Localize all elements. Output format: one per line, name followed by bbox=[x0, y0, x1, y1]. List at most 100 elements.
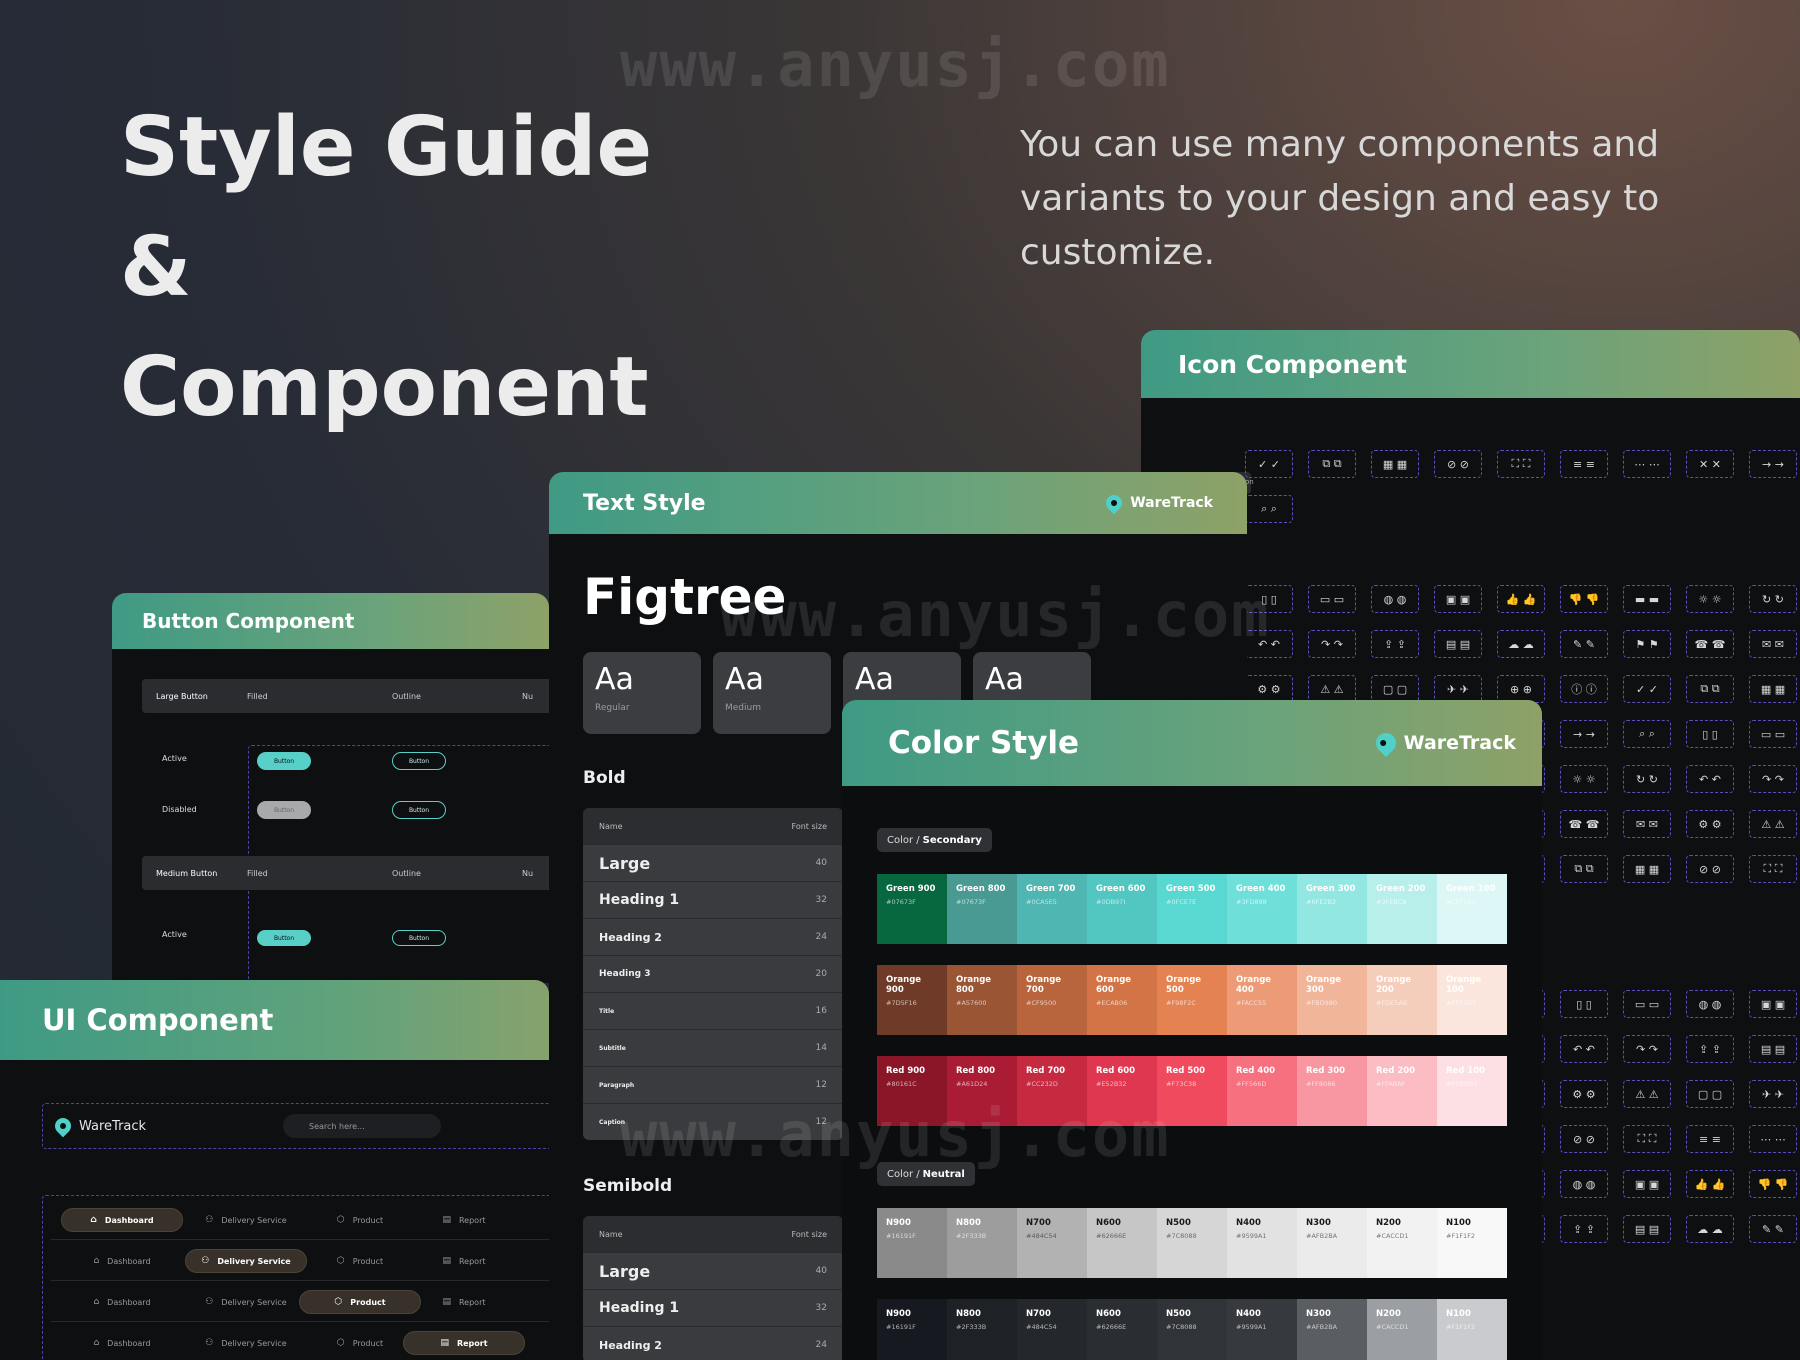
undo-icon[interactable]: ↶ ↶ bbox=[1686, 765, 1734, 793]
large-filled-active-button[interactable]: Button bbox=[257, 752, 311, 770]
expand-icon[interactable]: ⛶ ⛶ bbox=[1749, 855, 1797, 883]
add-icon[interactable]: ▣ ▣ bbox=[1623, 1170, 1671, 1198]
phone-icon[interactable]: ☎ ☎ bbox=[1686, 630, 1734, 658]
external-icon[interactable]: ⧉ ⧉ bbox=[1686, 675, 1734, 703]
gear-icon[interactable]: ⚙ ⚙ bbox=[1686, 810, 1734, 838]
info-icon[interactable]: ⓘ ⓘ bbox=[1560, 675, 1608, 703]
plane-icon[interactable]: ✈ ✈ bbox=[1749, 1080, 1797, 1108]
grid-icon[interactable]: ▦ ▦ bbox=[1371, 450, 1419, 478]
nav-item-delivery-service[interactable]: ⚇ Delivery Service bbox=[185, 1290, 307, 1314]
hero-title-line2: Component bbox=[120, 340, 649, 435]
warning-icon[interactable]: ⚠ ⚠ bbox=[1749, 810, 1797, 838]
grid-icon[interactable]: ▦ ▦ bbox=[1623, 855, 1671, 883]
block-icon[interactable]: ⊘ ⊘ bbox=[1686, 855, 1734, 883]
edit-icon[interactable]: ✎ ✎ bbox=[1749, 1215, 1797, 1243]
doc-icon[interactable]: ▤ ▤ bbox=[1749, 1035, 1797, 1063]
screen-icon[interactable]: ▭ ▭ bbox=[1308, 585, 1356, 613]
doc-icon[interactable]: ▤ ▤ bbox=[1623, 1215, 1671, 1243]
globe-icon[interactable]: ◍ ◍ bbox=[1371, 585, 1419, 613]
screen-icon[interactable]: ▭ ▭ bbox=[1749, 720, 1797, 748]
undo-icon[interactable]: ↶ ↶ bbox=[1560, 1035, 1608, 1063]
nav-item-dashboard[interactable]: ⌂ Dashboard bbox=[61, 1208, 183, 1232]
cloud-icon[interactable]: ☁ ☁ bbox=[1686, 1215, 1734, 1243]
nav-item-delivery-service[interactable]: ⚇ Delivery Service bbox=[185, 1208, 307, 1232]
nav-item-report[interactable]: ▤ Report bbox=[403, 1290, 525, 1314]
gear-icon[interactable]: ⚙ ⚙ bbox=[1245, 675, 1293, 703]
nav-item-dashboard[interactable]: ⌂ Dashboard bbox=[61, 1249, 183, 1273]
swatch-hex: #0CA5E5 bbox=[1026, 898, 1057, 906]
mail-icon[interactable]: ✉ ✉ bbox=[1749, 630, 1797, 658]
mail-icon[interactable]: ✉ ✉ bbox=[1623, 810, 1671, 838]
external-icon[interactable]: ⧉ ⧉ bbox=[1308, 450, 1356, 478]
chat-icon[interactable]: ▬ ▬ bbox=[1623, 585, 1671, 613]
color-swatch: N500 #7C8088 bbox=[1157, 1299, 1227, 1360]
plane-icon[interactable]: ✈ ✈ bbox=[1434, 675, 1482, 703]
nav-item-report[interactable]: ▤ Report bbox=[403, 1331, 525, 1355]
nav-item-report[interactable]: ▤ Report bbox=[403, 1249, 525, 1273]
folder-icon[interactable]: ▢ ▢ bbox=[1686, 1080, 1734, 1108]
search-input[interactable]: Search here... bbox=[283, 1114, 441, 1138]
menu-icon[interactable]: ≡ ≡ bbox=[1560, 450, 1608, 478]
warning-icon[interactable]: ⚠ ⚠ bbox=[1623, 1080, 1671, 1108]
add-icon[interactable]: ▣ ▣ bbox=[1434, 585, 1482, 613]
share-icon[interactable]: ⇪ ⇪ bbox=[1686, 1035, 1734, 1063]
nav-item-delivery-service[interactable]: ⚇ Delivery Service bbox=[185, 1249, 307, 1273]
plus-circle-icon[interactable]: ⊕ ⊕ bbox=[1497, 675, 1545, 703]
large-outline-active-button[interactable]: Button bbox=[392, 752, 446, 770]
close-icon[interactable]: ✕ ✕ bbox=[1686, 450, 1734, 478]
trash-icon[interactable]: ▯ ▯ bbox=[1560, 990, 1608, 1018]
trash-icon[interactable]: ▯ ▯ bbox=[1686, 720, 1734, 748]
globe-icon[interactable]: ◍ ◍ bbox=[1560, 1170, 1608, 1198]
menu-icon[interactable]: ≡ ≡ bbox=[1686, 1125, 1734, 1153]
redo-icon[interactable]: ↷ ↷ bbox=[1623, 1035, 1671, 1063]
color-swatch: N200 #CACCD1 bbox=[1367, 1299, 1437, 1360]
like-icon[interactable]: 👍 👍 bbox=[1497, 585, 1545, 613]
medium-filled-active-button[interactable]: Button bbox=[257, 930, 311, 946]
redo-icon[interactable]: ↷ ↷ bbox=[1749, 765, 1797, 793]
more-icon[interactable]: ⋯ ⋯ bbox=[1623, 450, 1671, 478]
expand-icon[interactable]: ⛶ ⛶ bbox=[1497, 450, 1545, 478]
folder-icon[interactable]: ▢ ▢ bbox=[1371, 675, 1419, 703]
share-icon[interactable]: ⇪ ⇪ bbox=[1371, 630, 1419, 658]
refresh-icon[interactable]: ↻ ↻ bbox=[1623, 765, 1671, 793]
sun-icon[interactable]: ☼ ☼ bbox=[1686, 585, 1734, 613]
search-icon[interactable]: ⌕ ⌕ bbox=[1623, 720, 1671, 748]
block-icon[interactable]: ⊘ ⊘ bbox=[1434, 450, 1482, 478]
screen-icon[interactable]: ▭ ▭ bbox=[1623, 990, 1671, 1018]
check-icon[interactable]: ✓ ✓ bbox=[1623, 675, 1671, 703]
grid-icon[interactable]: ▦ ▦ bbox=[1749, 675, 1797, 703]
doc-icon[interactable]: ▤ ▤ bbox=[1434, 630, 1482, 658]
redo-icon[interactable]: ↷ ↷ bbox=[1308, 630, 1356, 658]
arrow-icon[interactable]: → → bbox=[1749, 450, 1797, 478]
expand-icon[interactable]: ⛶ ⛶ bbox=[1623, 1125, 1671, 1153]
block-icon[interactable]: ⊘ ⊘ bbox=[1560, 1125, 1608, 1153]
phone-icon[interactable]: ☎ ☎ bbox=[1560, 810, 1608, 838]
nav-item-dashboard[interactable]: ⌂ Dashboard bbox=[61, 1331, 183, 1355]
warning-icon[interactable]: ⚠ ⚠ bbox=[1308, 675, 1356, 703]
medium-outline-active-button[interactable]: Button bbox=[392, 930, 446, 946]
dislike-icon[interactable]: 👎 👎 bbox=[1749, 1170, 1797, 1198]
search-icon[interactable]: ⌕ ⌕ bbox=[1245, 495, 1293, 523]
more-icon[interactable]: ⋯ ⋯ bbox=[1749, 1125, 1797, 1153]
globe-icon[interactable]: ◍ ◍ bbox=[1686, 990, 1734, 1018]
dislike-icon[interactable]: 👎 👎 bbox=[1560, 585, 1608, 613]
nav-item-report[interactable]: ▤ Report bbox=[403, 1208, 525, 1232]
add-icon[interactable]: ▣ ▣ bbox=[1749, 990, 1797, 1018]
arrow-icon[interactable]: → → bbox=[1560, 720, 1608, 748]
nav-row: ⌂ Dashboard ⚇ Delivery Service ⬡ Product ▤ Repo… bbox=[51, 1323, 549, 1360]
edit-icon[interactable]: ✎ ✎ bbox=[1560, 630, 1608, 658]
color-style-panel: Color Style WareTrack Color / Secondary … bbox=[842, 700, 1542, 1360]
like-icon[interactable]: 👍 👍 bbox=[1686, 1170, 1734, 1198]
cloud-icon[interactable]: ☁ ☁ bbox=[1497, 630, 1545, 658]
nav-item-delivery-service[interactable]: ⚇ Delivery Service bbox=[185, 1331, 307, 1355]
share-icon[interactable]: ⇪ ⇪ bbox=[1560, 1215, 1608, 1243]
flag-icon[interactable]: ⚑ ⚑ bbox=[1623, 630, 1671, 658]
external-icon[interactable]: ⧉ ⧉ bbox=[1560, 855, 1608, 883]
refresh-icon[interactable]: ↻ ↻ bbox=[1749, 585, 1797, 613]
check-icon[interactable]: ✓ ✓ bbox=[1245, 450, 1293, 478]
nav-item-dashboard[interactable]: ⌂ Dashboard bbox=[61, 1290, 183, 1314]
col-name: Name bbox=[599, 821, 623, 831]
sun-icon[interactable]: ☼ ☼ bbox=[1560, 765, 1608, 793]
gear-icon[interactable]: ⚙ ⚙ bbox=[1560, 1080, 1608, 1108]
ui-panel-title: UI Component bbox=[42, 1003, 274, 1037]
